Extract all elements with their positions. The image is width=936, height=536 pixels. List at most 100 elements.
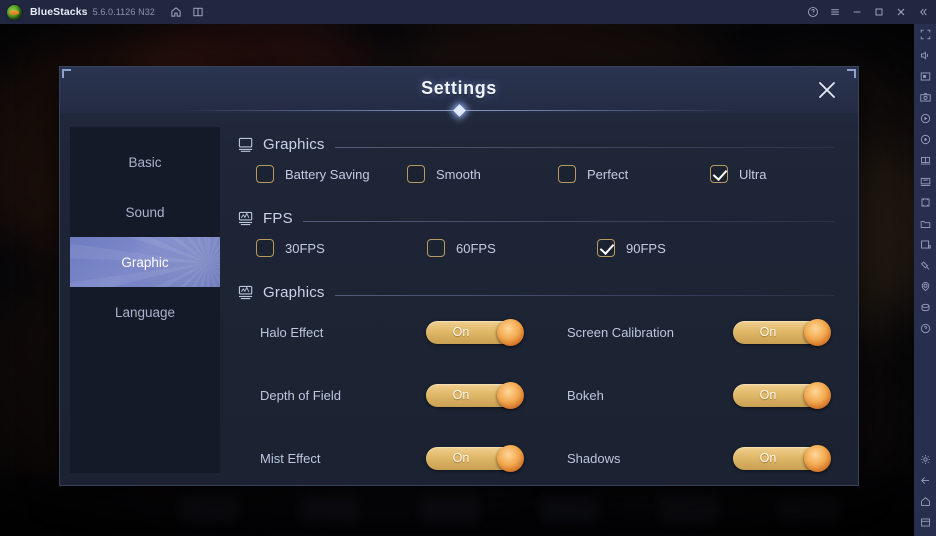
close-icon[interactable] bbox=[812, 75, 842, 105]
shake-icon[interactable] bbox=[915, 297, 935, 318]
sidebar-item-graphic[interactable]: Graphic bbox=[70, 237, 220, 287]
setting-shadows: Shadows bbox=[567, 451, 733, 466]
option-smooth[interactable]: Smooth bbox=[407, 165, 558, 183]
dialog-header: Settings bbox=[60, 67, 858, 117]
setting-screen-calibration: Screen Calibration bbox=[567, 325, 733, 340]
setting-label: Bokeh bbox=[567, 388, 604, 403]
option-ultra[interactable]: Ultra bbox=[710, 165, 766, 183]
app-name: BlueStacks bbox=[30, 6, 88, 18]
multi-instance-icon[interactable] bbox=[187, 0, 209, 24]
checkbox[interactable] bbox=[558, 165, 576, 183]
fps-graph-icon bbox=[238, 210, 256, 227]
toggle-value: On bbox=[452, 325, 470, 339]
toggle-knob[interactable] bbox=[497, 319, 524, 346]
multi-instance-icon[interactable] bbox=[915, 150, 935, 171]
app-center-icon[interactable] bbox=[915, 234, 935, 255]
setting-label: Halo Effect bbox=[260, 325, 324, 340]
option-label: Smooth bbox=[436, 166, 481, 182]
section-header-graphics-quality: Graphics bbox=[238, 127, 834, 153]
section-header-fps: FPS bbox=[238, 201, 834, 227]
toggle-knob[interactable] bbox=[497, 382, 524, 409]
monitor-icon bbox=[238, 136, 256, 153]
rotate-icon[interactable] bbox=[915, 255, 935, 276]
sidebar-item-basic[interactable]: Basic bbox=[70, 137, 220, 187]
macro-icon[interactable] bbox=[915, 129, 935, 150]
option-label: Battery Saving bbox=[285, 166, 370, 182]
toggle-halo-effect[interactable]: On bbox=[426, 319, 524, 346]
toggle-depth-of-field[interactable]: On bbox=[426, 382, 524, 409]
setting-label: Depth of Field bbox=[260, 388, 341, 403]
recents-icon[interactable] bbox=[915, 512, 935, 533]
option-60fps[interactable]: 60FPS bbox=[427, 239, 597, 257]
menu-icon[interactable] bbox=[824, 0, 846, 24]
toggle-value: On bbox=[452, 451, 470, 465]
setting-mist-effect: Mist Effect bbox=[260, 451, 426, 466]
checkbox[interactable] bbox=[710, 165, 728, 183]
checkbox[interactable] bbox=[256, 239, 274, 257]
eco-mode-icon[interactable] bbox=[915, 171, 935, 192]
checkbox[interactable] bbox=[597, 239, 615, 257]
collapse-rail-icon[interactable] bbox=[912, 0, 934, 24]
option-label: 60FPS bbox=[456, 240, 496, 256]
screenshot-icon[interactable] bbox=[915, 87, 935, 108]
gear-icon[interactable] bbox=[915, 449, 935, 470]
effects-row-2: Depth of Field On Bokeh On bbox=[238, 364, 834, 427]
option-30fps[interactable]: 30FPS bbox=[256, 239, 427, 257]
help-icon[interactable] bbox=[802, 0, 824, 24]
option-90fps[interactable]: 90FPS bbox=[597, 239, 666, 257]
checkbox[interactable] bbox=[427, 239, 445, 257]
option-perfect[interactable]: Perfect bbox=[558, 165, 710, 183]
settings-content: Graphics Battery Saving Smooth Perfect U… bbox=[220, 113, 860, 487]
fullscreen-icon[interactable] bbox=[915, 24, 935, 45]
maximize-icon[interactable] bbox=[868, 0, 890, 24]
section-rule bbox=[302, 221, 834, 222]
fps-graph-icon bbox=[238, 284, 256, 301]
location-icon[interactable] bbox=[915, 276, 935, 297]
bluestacks-window: BlueStacks 5.6.0.1126 N32 Settings Basic… bbox=[0, 0, 936, 536]
toggle-shadows[interactable]: On bbox=[733, 445, 831, 472]
section-title: Graphics bbox=[263, 136, 325, 153]
settings-help-icon[interactable] bbox=[915, 318, 935, 339]
toggle-knob[interactable] bbox=[804, 445, 831, 472]
effects-row-1: Halo Effect On Screen Calibration On bbox=[238, 301, 834, 364]
script-icon[interactable] bbox=[915, 192, 935, 213]
toggle-knob[interactable] bbox=[804, 319, 831, 346]
settings-sidebar: Basic Sound Graphic Language bbox=[70, 127, 220, 473]
section-title: Graphics bbox=[263, 284, 325, 301]
section-title: FPS bbox=[263, 210, 293, 227]
section-header-graphics-effects: Graphics bbox=[238, 275, 834, 301]
toggle-value: On bbox=[759, 325, 777, 339]
section-rule bbox=[334, 147, 834, 148]
sidebar-item-label: Sound bbox=[125, 204, 165, 220]
close-icon[interactable] bbox=[890, 0, 912, 24]
sidebar-item-language[interactable]: Language bbox=[70, 287, 220, 337]
setting-label: Mist Effect bbox=[260, 451, 321, 466]
home-icon[interactable] bbox=[165, 0, 187, 24]
checkbox[interactable] bbox=[407, 165, 425, 183]
back-icon[interactable] bbox=[915, 470, 935, 491]
media-manager-icon[interactable] bbox=[915, 213, 935, 234]
sidebar-item-sound[interactable]: Sound bbox=[70, 187, 220, 237]
record-icon[interactable] bbox=[915, 108, 935, 129]
option-label: 90FPS bbox=[626, 240, 666, 256]
checkbox[interactable] bbox=[256, 165, 274, 183]
toggle-knob[interactable] bbox=[804, 382, 831, 409]
toggle-knob[interactable] bbox=[497, 445, 524, 472]
page-title: Settings bbox=[421, 78, 497, 98]
volume-icon[interactable] bbox=[915, 45, 935, 66]
sidebar-item-label: Basic bbox=[128, 154, 162, 170]
graphics-quality-options: Battery Saving Smooth Perfect Ultra bbox=[238, 153, 834, 195]
toggle-bokeh[interactable]: On bbox=[733, 382, 831, 409]
settings-dialog: Settings Basic Sound Graphic Language Gr… bbox=[59, 66, 859, 486]
home-icon[interactable] bbox=[915, 491, 935, 512]
minimize-icon[interactable] bbox=[846, 0, 868, 24]
toggle-value: On bbox=[759, 388, 777, 402]
app-version: 5.6.0.1126 N32 bbox=[92, 7, 155, 17]
option-battery-saving[interactable]: Battery Saving bbox=[256, 165, 407, 183]
setting-label: Screen Calibration bbox=[567, 325, 674, 340]
corner-ornament-right bbox=[847, 69, 856, 78]
keyboard-controls-icon[interactable] bbox=[915, 66, 935, 87]
toggle-mist-effect[interactable]: On bbox=[426, 445, 524, 472]
toggle-screen-calibration[interactable]: On bbox=[733, 319, 831, 346]
setting-depth-of-field: Depth of Field bbox=[260, 388, 426, 403]
